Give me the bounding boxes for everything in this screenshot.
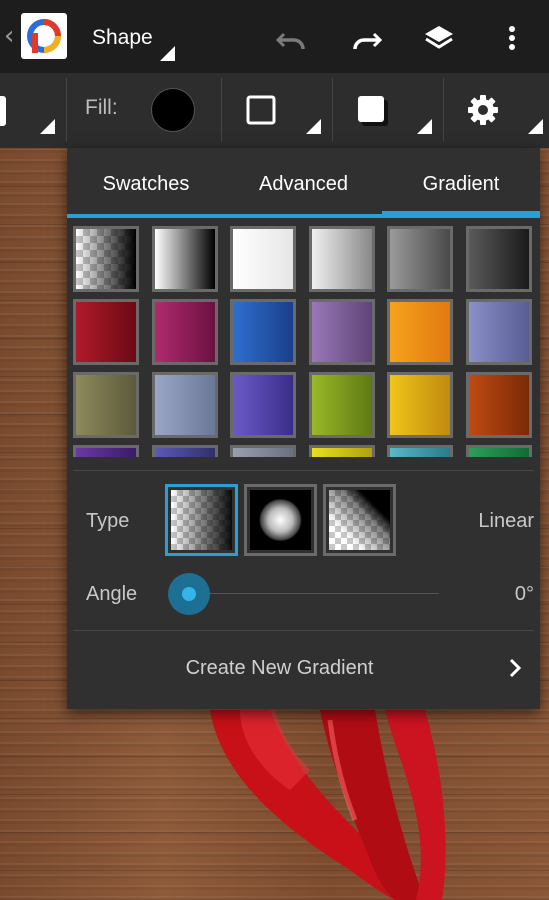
- gradient-swatch[interactable]: [230, 299, 296, 365]
- type-value: Linear: [478, 510, 534, 532]
- dropdown-corner-icon: [306, 119, 321, 134]
- settings-gear-icon: [468, 95, 498, 125]
- gradient-swatch[interactable]: [309, 372, 375, 438]
- gradient-swatch[interactable]: [73, 299, 139, 365]
- shape-mode-dropdown[interactable]: Shape: [92, 24, 178, 64]
- rectangular-gradient-option[interactable]: [323, 484, 396, 556]
- gradient-swatch[interactable]: [387, 372, 453, 438]
- layers-icon[interactable]: [421, 20, 457, 56]
- redo-icon[interactable]: [348, 20, 384, 56]
- dropdown-corner-icon: [528, 119, 543, 134]
- shadow-square-icon: [358, 96, 388, 126]
- gradient-swatch[interactable]: [152, 299, 218, 365]
- linear-gradient-preview: [171, 490, 232, 550]
- angle-label: Angle: [86, 583, 138, 605]
- gradient-swatch[interactable]: [152, 445, 218, 457]
- tab-active-indicator: [382, 211, 540, 218]
- linear-gradient-option[interactable]: [165, 484, 238, 556]
- chevron-right-icon: [509, 658, 522, 678]
- create-new-gradient-label: Create New Gradient: [185, 657, 374, 679]
- radial-gradient-option[interactable]: [244, 484, 317, 556]
- gradient-swatch-grid: [73, 226, 537, 457]
- gradient-swatch[interactable]: [309, 299, 375, 365]
- screen: ‹ Shape Fill: Swatches Advanced Gradient…: [0, 0, 549, 900]
- dropdown-corner-icon: [160, 46, 175, 61]
- gradient-swatch[interactable]: [466, 372, 532, 438]
- action-bar: ‹ Shape: [0, 0, 549, 73]
- divider: [73, 470, 534, 471]
- dropdown-corner-icon: [417, 119, 432, 134]
- slider-thumb-dot: [182, 587, 196, 601]
- radial-gradient-preview: [250, 490, 311, 550]
- gradient-swatch[interactable]: [152, 372, 218, 438]
- tab-swatches[interactable]: Swatches: [67, 148, 225, 220]
- gradient-swatch[interactable]: [309, 226, 375, 292]
- shadow-button[interactable]: [333, 73, 442, 148]
- fill-label: Fill:: [85, 96, 118, 119]
- angle-slider-track[interactable]: [187, 593, 439, 594]
- gradient-swatch[interactable]: [387, 445, 453, 457]
- gradient-swatch[interactable]: [152, 226, 218, 292]
- gradient-swatch[interactable]: [73, 445, 139, 457]
- angle-slider-handle[interactable]: [168, 573, 210, 615]
- stroke-square-icon: [246, 95, 276, 125]
- create-new-gradient-button[interactable]: Create New Gradient: [67, 632, 540, 706]
- rectangular-gradient-preview: [329, 490, 390, 550]
- gradient-swatch[interactable]: [387, 226, 453, 292]
- gradient-swatch[interactable]: [230, 445, 296, 457]
- type-label: Type: [86, 510, 130, 532]
- gradient-swatch[interactable]: [387, 299, 453, 365]
- gradient-swatch[interactable]: [73, 372, 139, 438]
- fill-tabs: Swatches Advanced Gradient: [67, 148, 540, 220]
- back-chevron-icon[interactable]: ‹: [4, 22, 14, 50]
- fill-color-swatch[interactable]: [151, 88, 195, 132]
- stroke-button[interactable]: [222, 73, 331, 148]
- photoshop-express-logo-icon[interactable]: [21, 13, 67, 59]
- pepper-image: [210, 710, 446, 900]
- gradient-swatch[interactable]: [466, 299, 532, 365]
- settings-button[interactable]: [444, 73, 549, 148]
- undo-icon[interactable]: [274, 20, 310, 56]
- previous-tool-edge: [0, 96, 6, 126]
- gradient-swatch[interactable]: [230, 372, 296, 438]
- more-vertical-icon[interactable]: [494, 20, 530, 56]
- divider: [73, 630, 534, 631]
- tab-advanced[interactable]: Advanced: [225, 148, 382, 220]
- tab-gradient[interactable]: Gradient: [382, 148, 540, 220]
- angle-value: 0°: [514, 583, 534, 605]
- dropdown-corner-icon: [40, 119, 55, 134]
- gradient-swatch[interactable]: [466, 226, 532, 292]
- fill-popup-panel: Swatches Advanced Gradient Type Linear A…: [67, 148, 540, 709]
- previous-tool-button[interactable]: [0, 73, 65, 148]
- gradient-swatch[interactable]: [309, 445, 375, 457]
- gradient-swatch[interactable]: [230, 226, 296, 292]
- gradient-swatch[interactable]: [466, 445, 532, 457]
- gradient-swatch[interactable]: [73, 226, 139, 292]
